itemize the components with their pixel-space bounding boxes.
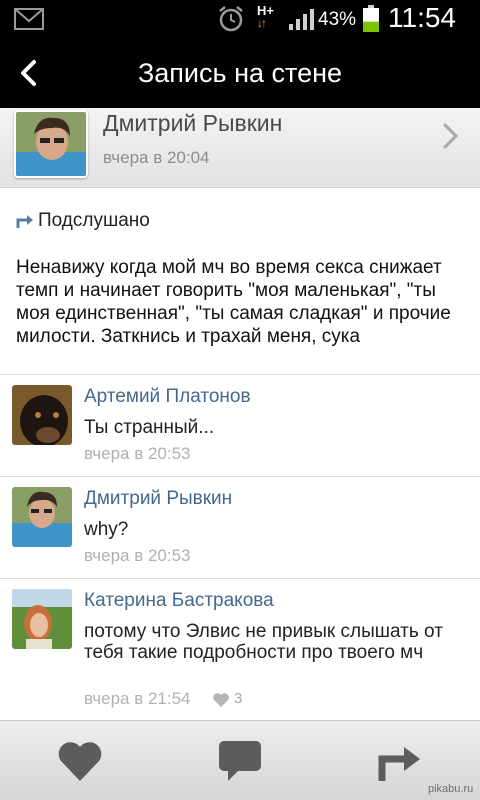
post-author-row[interactable]: Дмитрий Рывкин вчера в 20:04 [0, 108, 480, 188]
commenter-avatar[interactable] [12, 487, 72, 547]
comment-time: вчера в 20:53 [84, 444, 191, 463]
status-clock: 11:54 [388, 2, 456, 33]
commenter-name[interactable]: Дмитрий Рывкин [84, 488, 232, 510]
chevron-right-icon [443, 123, 459, 149]
repost-source-label: Подслушано [38, 210, 150, 231]
bottom-action-bar [0, 720, 480, 800]
status-bar: H+ ↓↑ 43% 11:54 [0, 0, 480, 38]
watermark: pikabu.ru [428, 783, 474, 795]
battery-percent: 43% [318, 9, 357, 30]
heart-icon [213, 693, 229, 707]
comment-text: потому что Элвис не привык слышать от те… [84, 621, 443, 663]
share-button[interactable] [376, 739, 424, 783]
author-avatar[interactable] [14, 110, 88, 178]
comment-time: вчера в 21:54 [84, 689, 191, 708]
comment-item: Катерина Бастракова потому что Элвис не … [0, 579, 480, 719]
comment-item: Артемий Платонов Ты странный... вчера в … [0, 375, 480, 476]
post-time: вчера в 20:04 [103, 148, 210, 167]
comment-likes[interactable]: 3 [212, 690, 272, 710]
signal-icon [289, 9, 314, 30]
likes-count: 3 [234, 690, 243, 707]
commenter-avatar[interactable] [12, 385, 72, 445]
network-indicator: H+ ↓↑ [257, 3, 274, 30]
comment-text: why? [84, 519, 129, 540]
comment-text: Ты странный... [84, 417, 215, 438]
page-title: Запись на стене [137, 58, 343, 88]
repost-icon [16, 215, 33, 228]
commenter-name[interactable]: Артемий Платонов [84, 386, 251, 408]
commenter-name[interactable]: Катерина Бастракова [84, 590, 274, 612]
author-name[interactable]: Дмитрий Рывкин [103, 110, 282, 137]
comment-item: Дмитрий Рывкин why? вчера в 20:53 [0, 477, 480, 578]
comment-button[interactable] [216, 739, 264, 783]
battery-icon [363, 5, 379, 32]
alarm-icon [219, 6, 243, 32]
commenter-avatar[interactable] [12, 589, 72, 649]
title-bar: Запись на стене [0, 38, 480, 108]
post-text: Ненавижу когда мой мч во время секса сни… [16, 257, 451, 347]
comment-time: вчера в 20:53 [84, 546, 191, 565]
like-button[interactable] [56, 739, 104, 783]
mail-icon [14, 8, 44, 30]
